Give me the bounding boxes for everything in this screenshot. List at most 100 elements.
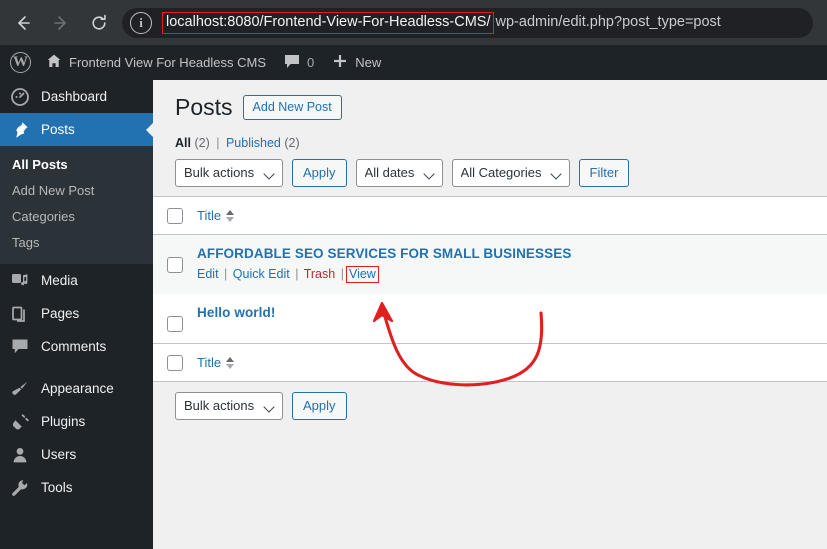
sidebar-divider (0, 363, 153, 372)
arrow-right-icon (52, 14, 70, 32)
sidebar-item-pages[interactable]: Pages (0, 297, 153, 330)
view-separator: | (216, 136, 220, 150)
sidebar-item-comments[interactable]: Comments (0, 330, 153, 363)
posts-submenu: All Posts Add New Post Categories Tags (0, 146, 153, 264)
tablenav-bottom: Bulk actions Apply (175, 392, 827, 420)
sidebar-item-label: Comments (41, 339, 107, 354)
comments-button[interactable]: 0 (275, 45, 323, 80)
plug-icon (10, 413, 30, 431)
table-header-row: Title (153, 197, 827, 235)
tablenav-top: Bulk actions Apply All dates All Categor… (175, 159, 827, 187)
site-name-button[interactable]: Frontend View For Headless CMS (37, 45, 275, 80)
all-categories-select-wrap: All Categories (451, 159, 570, 187)
home-icon (46, 53, 62, 72)
posts-table: Title AFFORDABLE SEO SERVICES FOR SMALL … (153, 196, 827, 382)
admin-sidebar: Dashboard Posts All Posts Add New Post C… (0, 80, 154, 549)
site-name-label: Frontend View For Headless CMS (69, 55, 267, 70)
bulk-actions-select-top[interactable]: Bulk actions (175, 159, 283, 187)
sidebar-item-tags[interactable]: Tags (0, 230, 153, 256)
sidebar-item-posts[interactable]: Posts (0, 113, 154, 146)
wp-logo-button[interactable]: W (0, 45, 37, 80)
table-footer-row: Title (153, 343, 827, 381)
sidebar-item-label: Dashboard (41, 89, 108, 104)
sidebar-item-label: Pages (41, 306, 80, 321)
reload-icon (90, 14, 108, 32)
add-new-post-button[interactable]: Add New Post (242, 94, 342, 120)
media-music-icon (10, 272, 30, 290)
post-status-views: All (2) | Published (2) (175, 136, 827, 150)
sidebar-item-label: Plugins (41, 414, 86, 429)
submenu-label: Add New Post (12, 183, 95, 198)
sidebar-item-categories[interactable]: Categories (0, 204, 153, 230)
column-header-title[interactable]: Title (197, 208, 827, 223)
reload-button[interactable] (84, 8, 114, 38)
page-title: Posts (175, 94, 233, 120)
row-title-cell: AFFORDABLE SEO SERVICES FOR SMALL BUSINE… (197, 245, 827, 283)
arrow-left-icon (14, 14, 32, 32)
bulk-actions-select-wrap: Bulk actions (175, 159, 283, 187)
apply-button-bottom[interactable]: Apply (292, 392, 347, 420)
apply-button-top[interactable]: Apply (292, 159, 347, 187)
quick-edit-link[interactable]: Quick Edit (233, 267, 290, 281)
edit-link[interactable]: Edit (197, 267, 219, 281)
view-published-count: (2) (284, 136, 300, 150)
back-button[interactable] (8, 8, 38, 38)
view-published-link[interactable]: Published (226, 136, 281, 150)
sidebar-item-dashboard[interactable]: Dashboard (0, 80, 153, 113)
all-dates-select[interactable]: All dates (355, 159, 443, 187)
submenu-label: Tags (12, 235, 40, 250)
info-circle-icon[interactable]: i (130, 11, 152, 34)
view-all-link[interactable]: All (175, 136, 191, 150)
select-all-cell (153, 207, 197, 224)
sidebar-item-appearance[interactable]: Appearance (0, 372, 153, 405)
new-content-button[interactable]: New (323, 45, 390, 80)
sort-indicator-icon (226, 209, 235, 222)
user-icon (10, 446, 30, 464)
pages-icon (10, 305, 30, 323)
sidebar-item-media[interactable]: Media (0, 264, 153, 297)
url-host-highlight: localhost:8080/Frontend-View-For-Headles… (162, 11, 494, 34)
select-all-checkbox-top[interactable] (167, 207, 183, 224)
sidebar-item-label: Appearance (41, 381, 114, 396)
comment-bubble-icon (10, 338, 30, 355)
new-label: New (355, 55, 382, 70)
column-title-label: Title (197, 355, 222, 370)
submenu-label: All Posts (12, 157, 68, 172)
sidebar-item-label: Media (41, 273, 78, 288)
forward-button[interactable] (46, 8, 76, 38)
action-separator: | (295, 267, 299, 281)
plus-icon (332, 53, 348, 72)
column-title-label: Title (197, 208, 222, 223)
sidebar-item-label: Posts (41, 122, 75, 137)
comment-bubble-icon (284, 54, 300, 72)
bulk-actions-select-bottom[interactable]: Bulk actions (175, 392, 283, 420)
row-select-cell (153, 245, 197, 273)
sidebar-item-users[interactable]: Users (0, 438, 153, 471)
sidebar-item-tools[interactable]: Tools (0, 471, 153, 504)
all-dates-select-wrap: All dates (355, 159, 443, 187)
pin-icon (10, 121, 30, 139)
select-all-checkbox-bottom[interactable] (167, 354, 183, 371)
main-content: Posts Add New Post All (2) | Published (… (153, 80, 827, 549)
view-all-count: (2) (194, 136, 210, 150)
row-checkbox[interactable] (167, 316, 183, 332)
sidebar-item-plugins[interactable]: Plugins (0, 405, 153, 438)
paintbrush-icon (10, 380, 30, 398)
sidebar-item-all-posts[interactable]: All Posts (0, 152, 153, 178)
address-bar[interactable]: i localhost:8080/Frontend-View-For-Headl… (122, 7, 813, 38)
post-title-link[interactable]: Hello world! (197, 304, 827, 322)
all-categories-select[interactable]: All Categories (451, 159, 570, 187)
view-link[interactable]: View (345, 266, 379, 283)
column-footer-title[interactable]: Title (197, 355, 827, 370)
wrench-icon (10, 479, 30, 497)
action-separator: | (340, 267, 344, 281)
trash-link[interactable]: Trash (304, 267, 336, 281)
sidebar-item-add-new-post[interactable]: Add New Post (0, 178, 153, 204)
table-row: Hello world! (153, 294, 827, 343)
row-checkbox[interactable] (167, 257, 183, 273)
row-actions: Edit | Quick Edit | Trash | View (197, 266, 827, 283)
post-title-link[interactable]: AFFORDABLE SEO SERVICES FOR SMALL BUSINE… (197, 245, 827, 263)
filter-button[interactable]: Filter (578, 159, 630, 187)
sidebar-item-label: Tools (41, 480, 73, 495)
comments-count: 0 (307, 55, 315, 70)
